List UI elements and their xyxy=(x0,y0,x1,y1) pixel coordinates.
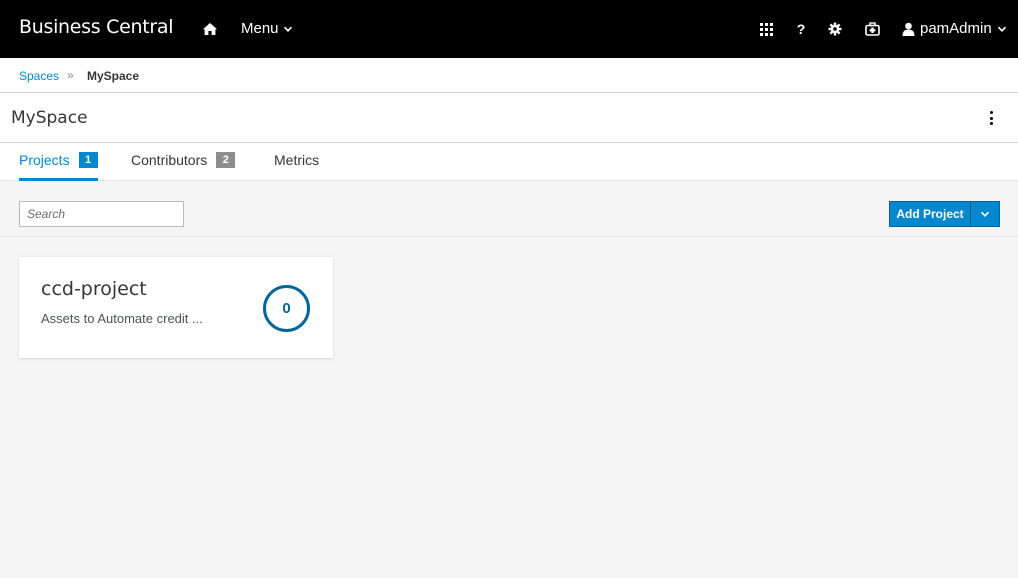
tab-projects[interactable]: Projects 1 xyxy=(19,143,98,181)
page-title: MySpace xyxy=(11,108,88,128)
projects-toolbar: Add Project xyxy=(0,181,1018,237)
page-header: MySpace xyxy=(0,93,1018,143)
project-description: Assets to Automate credit ... xyxy=(41,311,203,326)
tab-count-badge: 2 xyxy=(216,152,236,168)
project-card[interactable]: ccd-project Assets to Automate credit ..… xyxy=(19,256,333,358)
project-asset-count: 0 xyxy=(263,285,310,332)
project-name: ccd-project xyxy=(41,278,147,300)
chevron-down-icon xyxy=(997,26,1006,32)
chevron-down-icon xyxy=(283,26,292,32)
apps-grid-icon[interactable] xyxy=(758,20,774,38)
chevron-down-icon xyxy=(980,211,990,217)
user-icon xyxy=(902,22,915,36)
tabs: Projects 1 Contributors 2 Metrics xyxy=(0,143,1018,181)
tab-label: Contributors xyxy=(131,152,208,168)
tab-contributors[interactable]: Contributors 2 xyxy=(131,143,236,181)
home-icon[interactable] xyxy=(202,21,218,37)
help-icon[interactable]: ? xyxy=(793,20,809,38)
breadcrumb-separator: » xyxy=(67,68,74,82)
breadcrumb: Spaces » MySpace xyxy=(0,58,1018,93)
breadcrumb-current: MySpace xyxy=(87,69,140,83)
tab-metrics[interactable]: Metrics xyxy=(274,143,319,181)
add-project-button[interactable]: Add Project xyxy=(889,201,971,227)
search-input[interactable] xyxy=(19,201,184,227)
add-project-dropdown-toggle[interactable] xyxy=(970,201,1000,227)
tab-count-badge: 1 xyxy=(78,152,98,168)
breadcrumb-spaces-link[interactable]: Spaces xyxy=(19,69,59,83)
tab-label: Projects xyxy=(19,152,70,168)
menu-dropdown[interactable]: Menu xyxy=(241,20,293,37)
user-menu[interactable]: pamAdmin xyxy=(902,20,1007,37)
menu-label: Menu xyxy=(241,20,279,37)
user-name: pamAdmin xyxy=(920,20,992,37)
brand-title[interactable]: Business Central xyxy=(19,16,174,38)
briefcase-icon[interactable] xyxy=(864,20,880,38)
top-navbar: Business Central Menu ? pamAdmin xyxy=(0,0,1018,58)
tab-label: Metrics xyxy=(274,152,320,168)
settings-icon[interactable] xyxy=(827,20,843,38)
kebab-menu-icon[interactable] xyxy=(987,110,995,126)
